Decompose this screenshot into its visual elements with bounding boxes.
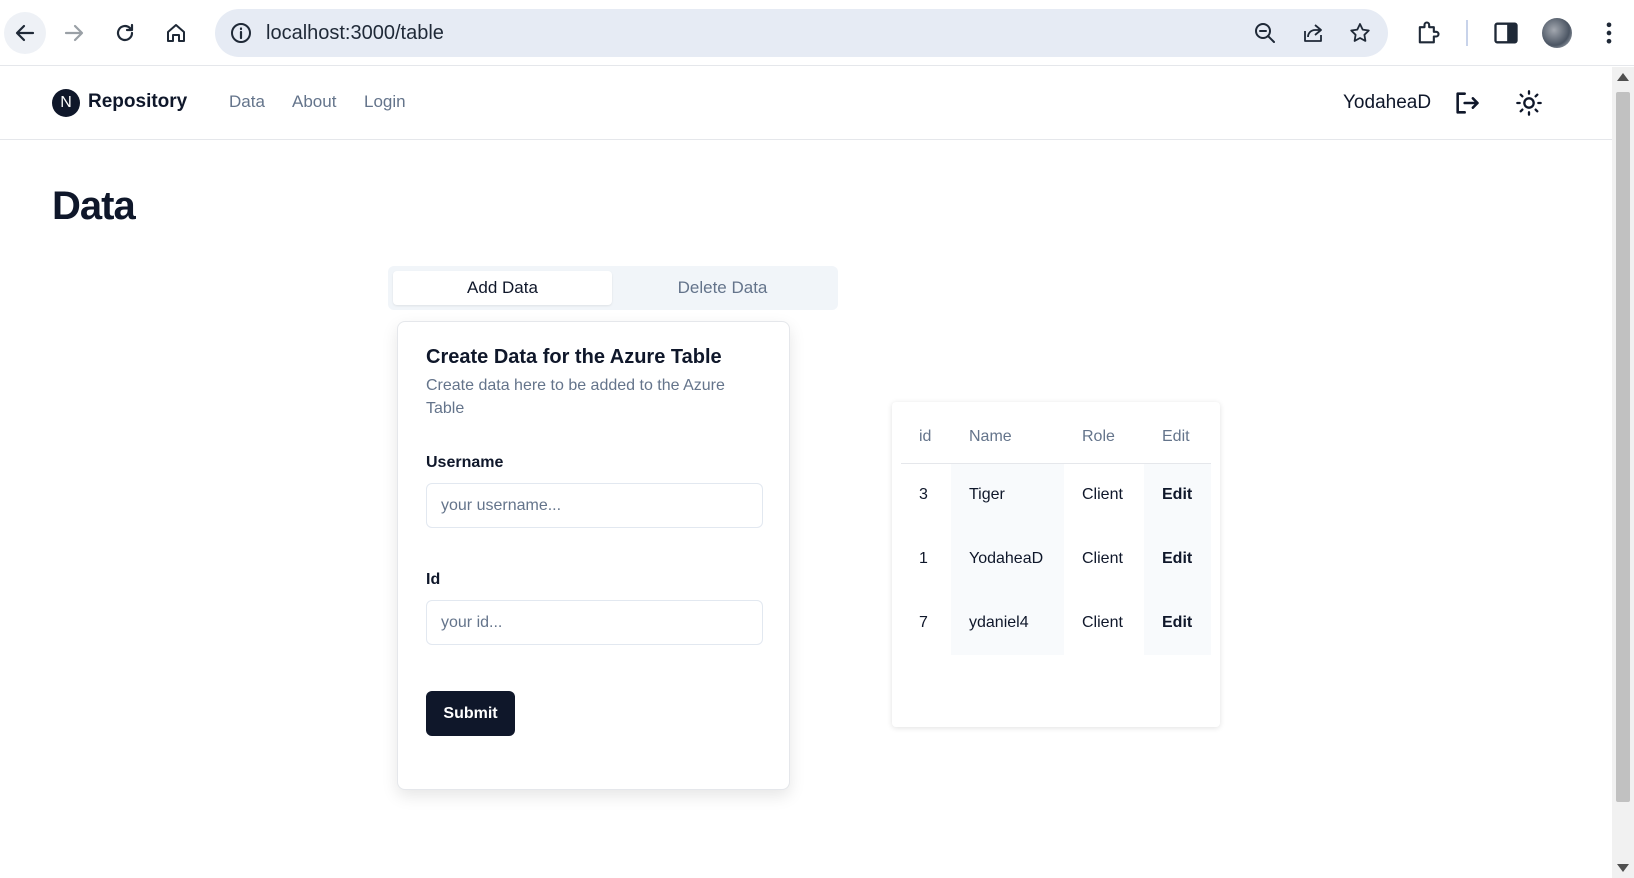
edit-button[interactable]: Edit xyxy=(1144,463,1211,527)
cell-role: Client xyxy=(1082,614,1123,631)
address-bar[interactable]: localhost:3000/table xyxy=(215,9,1388,57)
cell-id: 7 xyxy=(919,614,928,631)
info-icon[interactable] xyxy=(229,21,253,45)
scroll-down-arrow-icon[interactable] xyxy=(1617,864,1629,872)
username-display: YodaheaD xyxy=(1343,92,1432,113)
forward-button[interactable] xyxy=(53,12,95,54)
zoom-out-icon[interactable] xyxy=(1253,21,1277,45)
header-role: Role xyxy=(1064,411,1144,464)
header-id: id xyxy=(901,411,951,464)
home-icon xyxy=(167,24,185,42)
cell-name: YodaheaD xyxy=(951,527,1064,591)
logo-icon[interactable]: N xyxy=(52,89,80,117)
extensions-icon[interactable] xyxy=(1414,19,1442,47)
nav-link-data[interactable]: Data xyxy=(229,92,265,112)
table-row: 7 ydaniel4 Client Edit xyxy=(901,591,1211,655)
sun-icon[interactable] xyxy=(1515,89,1543,117)
cell-name: Tiger xyxy=(951,463,1064,527)
cell-id: 1 xyxy=(919,550,928,567)
toolbar-divider xyxy=(1466,20,1468,46)
tab-list: Add Data Delete Data xyxy=(388,266,838,310)
nav-link-login[interactable]: Login xyxy=(364,92,406,112)
table-header-row: id Name Role Edit xyxy=(901,411,1211,464)
username-label: Username xyxy=(426,454,504,471)
card-description: Create data here to be added to the Azur… xyxy=(426,377,725,417)
card-title: Create Data for the Azure Table xyxy=(426,346,722,368)
header-edit: Edit xyxy=(1144,411,1211,464)
share-icon[interactable] xyxy=(1301,21,1325,45)
back-button[interactable] xyxy=(4,12,46,54)
home-button[interactable] xyxy=(155,12,197,54)
page-scrollbar[interactable] xyxy=(1612,67,1634,878)
logout-icon[interactable] xyxy=(1453,89,1481,117)
reload-button[interactable] xyxy=(104,12,146,54)
cell-role: Client xyxy=(1082,550,1123,567)
tab-add-data[interactable]: Add Data xyxy=(393,271,612,305)
arrow-left-icon xyxy=(15,24,35,42)
side-panel-icon[interactable] xyxy=(1492,19,1520,47)
scroll-up-arrow-icon[interactable] xyxy=(1617,73,1629,81)
create-data-card: Create Data for the Azure Table Create d… xyxy=(397,321,790,790)
page-content: N Repository Data About Login YodaheaD D… xyxy=(0,67,1612,878)
profile-avatar[interactable] xyxy=(1542,18,1572,48)
data-table-container: id Name Role Edit 3 Tiger Client Edit 1 … xyxy=(892,402,1220,727)
data-table: id Name Role Edit 3 Tiger Client Edit 1 … xyxy=(901,411,1211,655)
tab-delete-data[interactable]: Delete Data xyxy=(613,271,832,305)
brand-link[interactable]: Repository xyxy=(88,91,187,113)
url-text[interactable]: localhost:3000/table xyxy=(266,21,444,45)
arrow-right-icon xyxy=(64,24,84,42)
id-label: Id xyxy=(426,571,441,588)
cell-name: ydaniel4 xyxy=(951,591,1064,655)
table-row: 3 Tiger Client Edit xyxy=(901,463,1211,527)
more-menu-icon[interactable] xyxy=(1595,19,1623,47)
nav-link-about[interactable]: About xyxy=(292,92,336,112)
edit-button[interactable]: Edit xyxy=(1144,527,1211,591)
submit-button[interactable]: Submit xyxy=(426,691,515,736)
id-input[interactable] xyxy=(426,600,763,645)
username-input[interactable] xyxy=(426,483,763,528)
scrollbar-thumb[interactable] xyxy=(1616,92,1630,802)
site-navbar: N Repository Data About Login YodaheaD xyxy=(0,67,1612,140)
page-title: Data xyxy=(52,184,136,228)
header-name: Name xyxy=(951,411,1064,464)
cell-role: Client xyxy=(1082,486,1123,504)
browser-toolbar: localhost:3000/table xyxy=(0,0,1634,66)
reload-icon xyxy=(116,23,134,42)
table-row: 1 YodaheaD Client Edit xyxy=(901,527,1211,591)
cell-id: 3 xyxy=(919,486,928,504)
star-icon[interactable] xyxy=(1348,21,1372,45)
edit-button[interactable]: Edit xyxy=(1144,591,1211,655)
